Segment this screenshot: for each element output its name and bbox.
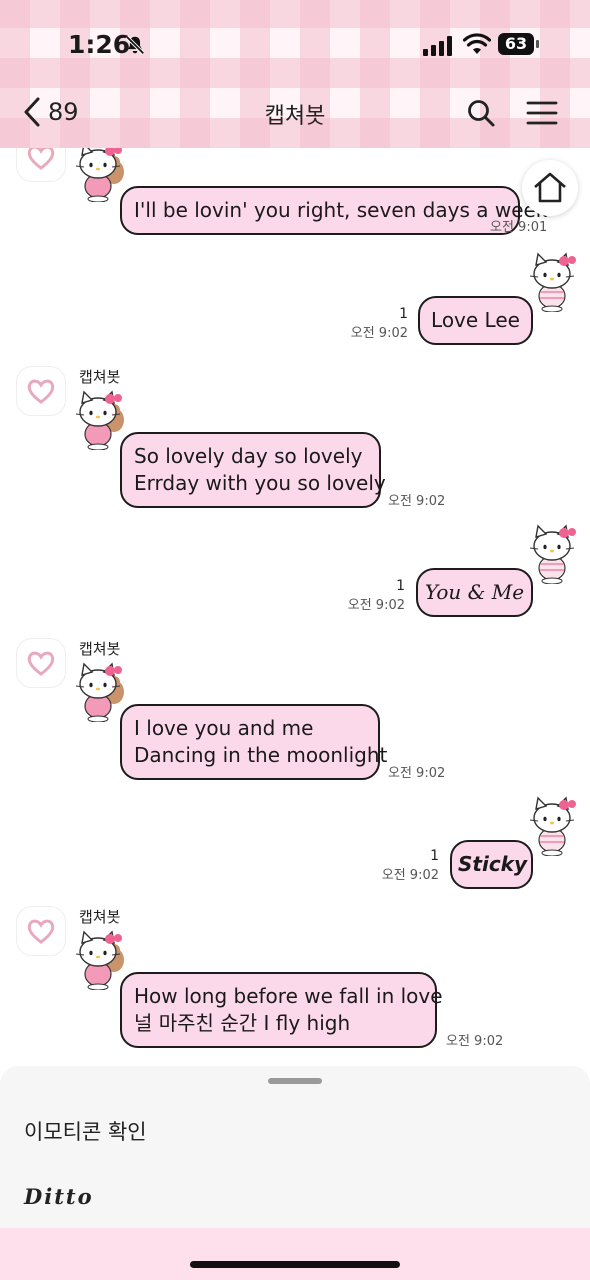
hello-kitty-icon bbox=[75, 148, 124, 203]
message-text: So lovely day so lovely bbox=[134, 444, 363, 468]
message-time: 오전 9:02 bbox=[381, 868, 439, 883]
profile-avatar[interactable] bbox=[16, 906, 66, 956]
sticker bbox=[74, 148, 128, 206]
unread-count-badge: 1 bbox=[430, 848, 439, 864]
status-time: 1:26 bbox=[68, 30, 131, 59]
hello-kitty-icon bbox=[529, 796, 576, 857]
chat-title: 캡쳐봇 bbox=[264, 104, 326, 129]
message-text: 널 마주친 순간 I fly high bbox=[134, 1011, 351, 1035]
message-bubble[interactable]: Love Lee bbox=[418, 296, 533, 345]
hello-kitty-icon bbox=[75, 662, 124, 723]
menu-icon[interactable] bbox=[526, 100, 558, 126]
my-sticker bbox=[528, 524, 582, 588]
message-time: 오전 9:02 bbox=[388, 766, 446, 781]
hello-kitty-icon bbox=[75, 930, 124, 991]
unread-count-badge: 1 bbox=[396, 578, 405, 594]
cellular-signal-icon bbox=[423, 36, 452, 56]
message-time: 오전 9:02 bbox=[350, 326, 408, 341]
search-icon[interactable] bbox=[466, 98, 496, 128]
wifi-icon bbox=[463, 33, 491, 54]
message-text: Sticky bbox=[458, 852, 528, 876]
home-icon bbox=[534, 172, 566, 203]
message-bubble[interactable]: I'll be lovin' you right, seven days a w… bbox=[120, 186, 548, 235]
emoticon-check-option[interactable]: 이모티콘 확인 bbox=[24, 1116, 147, 1146]
home-button[interactable] bbox=[522, 160, 578, 216]
my-sticker bbox=[528, 796, 582, 860]
hello-kitty-icon bbox=[529, 252, 576, 313]
message-bubble[interactable]: So lovely day so lovely Errday with you s… bbox=[120, 432, 386, 508]
message-text: I love you and me bbox=[134, 716, 314, 740]
battery-indicator: 63 bbox=[498, 33, 540, 55]
message-text: I'll be lovin' you right, seven days a w… bbox=[134, 198, 548, 222]
message-time: 오전 9:02 bbox=[347, 598, 405, 613]
message-meta: 1 오전 9:02 bbox=[382, 848, 439, 883]
message-text: You & Me bbox=[424, 580, 525, 604]
message-bubble[interactable]: How long before we fall in love 널 마주친 순간 … bbox=[120, 972, 443, 1048]
home-indicator[interactable] bbox=[190, 1261, 400, 1268]
profile-avatar[interactable] bbox=[16, 148, 66, 182]
ditto-option[interactable]: Ditto bbox=[24, 1184, 94, 1209]
pink-footer bbox=[0, 1228, 590, 1280]
heart-icon bbox=[27, 651, 55, 676]
message-meta: 1 오전 9:02 bbox=[351, 306, 408, 341]
profile-avatar[interactable] bbox=[16, 366, 66, 416]
my-sticker bbox=[528, 252, 582, 316]
message-time: 오전 9:02 bbox=[446, 1034, 504, 1049]
sheet-grabber[interactable] bbox=[268, 1078, 322, 1084]
message-time: 오전 9:02 bbox=[388, 494, 446, 509]
hello-kitty-icon bbox=[529, 524, 576, 585]
sender-name: 캡쳐봇 bbox=[79, 908, 121, 926]
heart-icon bbox=[27, 148, 55, 170]
battery-tip bbox=[536, 40, 539, 48]
chat-area[interactable]: I'll be lovin' you right, seven days a w… bbox=[0, 148, 590, 1068]
message-meta: 1 오전 9:02 bbox=[348, 578, 405, 613]
sender-name: 캡쳐봇 bbox=[79, 368, 121, 386]
message-text: Love Lee bbox=[431, 308, 520, 332]
message-text: Dancing in the moonlight bbox=[134, 743, 388, 767]
sender-name: 캡쳐봇 bbox=[79, 640, 121, 658]
heart-icon bbox=[27, 919, 55, 944]
message-text: Errday with you so lovely bbox=[134, 471, 386, 495]
unread-count-badge: 1 bbox=[399, 306, 408, 322]
message-bubble[interactable]: You & Me bbox=[416, 568, 533, 617]
status-bar: 1:26 63 bbox=[0, 22, 590, 68]
bell-muted-icon bbox=[125, 35, 145, 55]
message-text: How long before we fall in love bbox=[134, 984, 443, 1008]
profile-avatar[interactable] bbox=[16, 638, 66, 688]
message-bubble[interactable]: I love you and me Dancing in the moonligh… bbox=[120, 704, 388, 780]
message-time: 오전 9:01 bbox=[490, 220, 548, 235]
gingham-header: 1:26 63 89 캡쳐봇 bbox=[0, 0, 590, 148]
message-bubble[interactable]: Sticky bbox=[450, 840, 533, 889]
hello-kitty-icon bbox=[75, 390, 124, 451]
heart-icon bbox=[27, 379, 55, 404]
chat-navbar: 89 캡쳐봇 bbox=[0, 84, 590, 140]
battery-level: 63 bbox=[504, 34, 528, 53]
